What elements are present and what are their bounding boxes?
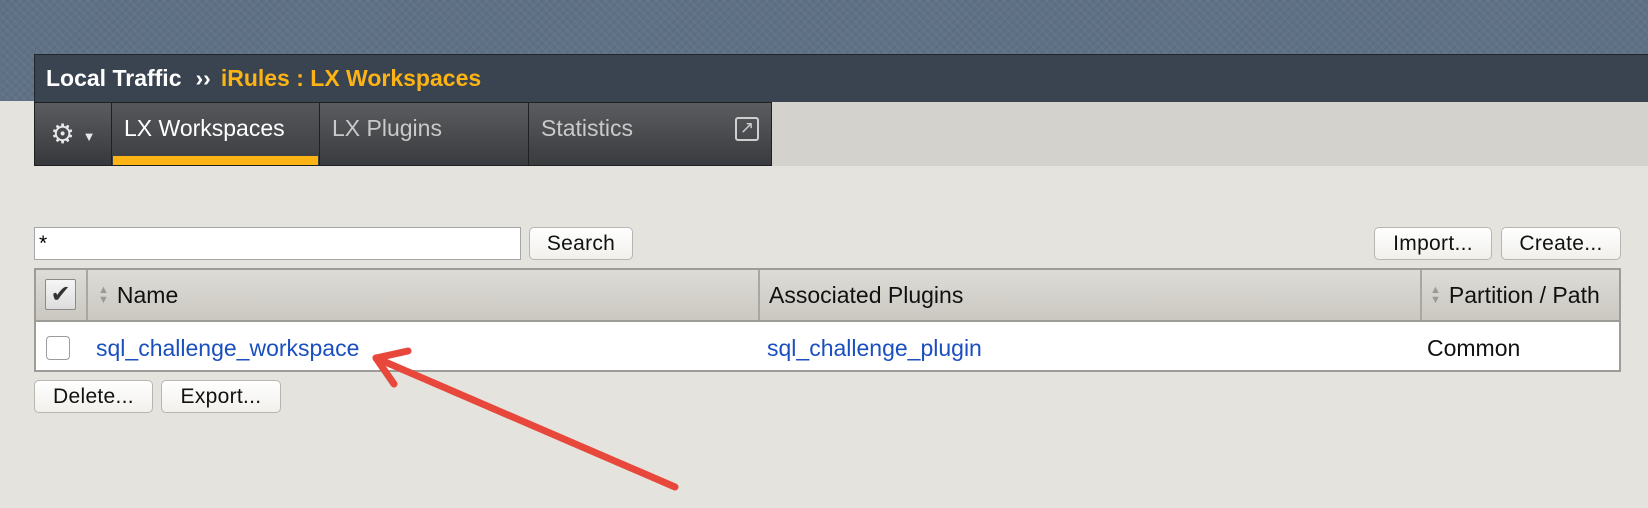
partition-value: Common	[1427, 335, 1521, 361]
search-input[interactable]	[34, 227, 521, 260]
create-button[interactable]: Create...	[1501, 227, 1621, 260]
row-checkbox[interactable]	[46, 336, 70, 360]
column-header-label: Partition / Path	[1448, 281, 1600, 308]
tab-statistics[interactable]: Statistics ↗	[529, 102, 772, 166]
gear-menu-button[interactable]: ⚙ ▼	[34, 102, 112, 166]
workspace-name-link[interactable]: sql_challenge_workspace	[96, 328, 359, 368]
column-header-label: Name	[116, 281, 179, 308]
tab-label: LX Workspaces	[124, 115, 285, 141]
tab-lx-workspaces[interactable]: LX Workspaces	[112, 102, 320, 166]
tab-list: ⚙ ▼ LX Workspaces LX Plugins Statistics …	[34, 102, 772, 166]
workspaces-table: ✔ ▲ ▼ Name Associated Plugins ▲ ▼ Partitio…	[34, 268, 1621, 372]
external-link-icon[interactable]: ↗	[735, 117, 759, 141]
sort-icon: ▲ ▼	[98, 284, 109, 306]
plugin-link[interactable]: sql_challenge_plugin	[767, 328, 982, 368]
tab-label: Statistics	[541, 115, 634, 141]
table-header: ✔ ▲ ▼ Name Associated Plugins ▲ ▼ Partitio…	[36, 270, 1619, 322]
breadcrumb-current: iRules : LX Workspaces	[220, 65, 482, 91]
column-header-plugins: Associated Plugins	[769, 270, 1409, 320]
tab-label: LX Plugins	[332, 115, 442, 141]
column-divider	[1420, 270, 1422, 320]
column-header-label: Associated Plugins	[769, 281, 964, 308]
breadcrumb: Local Traffic ›› iRules : LX Workspaces	[34, 54, 1648, 102]
search-button[interactable]: Search	[529, 227, 633, 260]
gear-icon: ⚙	[50, 118, 75, 149]
caret-down-icon: ▼	[82, 128, 96, 144]
breadcrumb-root[interactable]: Local Traffic	[46, 65, 181, 92]
tab-lx-plugins[interactable]: LX Plugins	[320, 102, 529, 166]
breadcrumb-separator: ››	[195, 65, 211, 91]
checkmark-icon: ✔	[50, 281, 71, 308]
column-header-name[interactable]: ▲ ▼ Name	[98, 270, 788, 320]
sort-icon: ▲ ▼	[1430, 284, 1441, 306]
select-all-checkbox[interactable]: ✔	[45, 279, 76, 310]
export-button[interactable]: Export...	[161, 380, 281, 413]
column-divider	[86, 270, 88, 320]
import-button[interactable]: Import...	[1374, 227, 1492, 260]
column-header-partition[interactable]: ▲ ▼ Partition / Path	[1430, 270, 1620, 320]
column-divider	[758, 270, 760, 320]
annotation-arrow-shaft	[372, 354, 679, 491]
delete-button[interactable]: Delete...	[34, 380, 153, 413]
